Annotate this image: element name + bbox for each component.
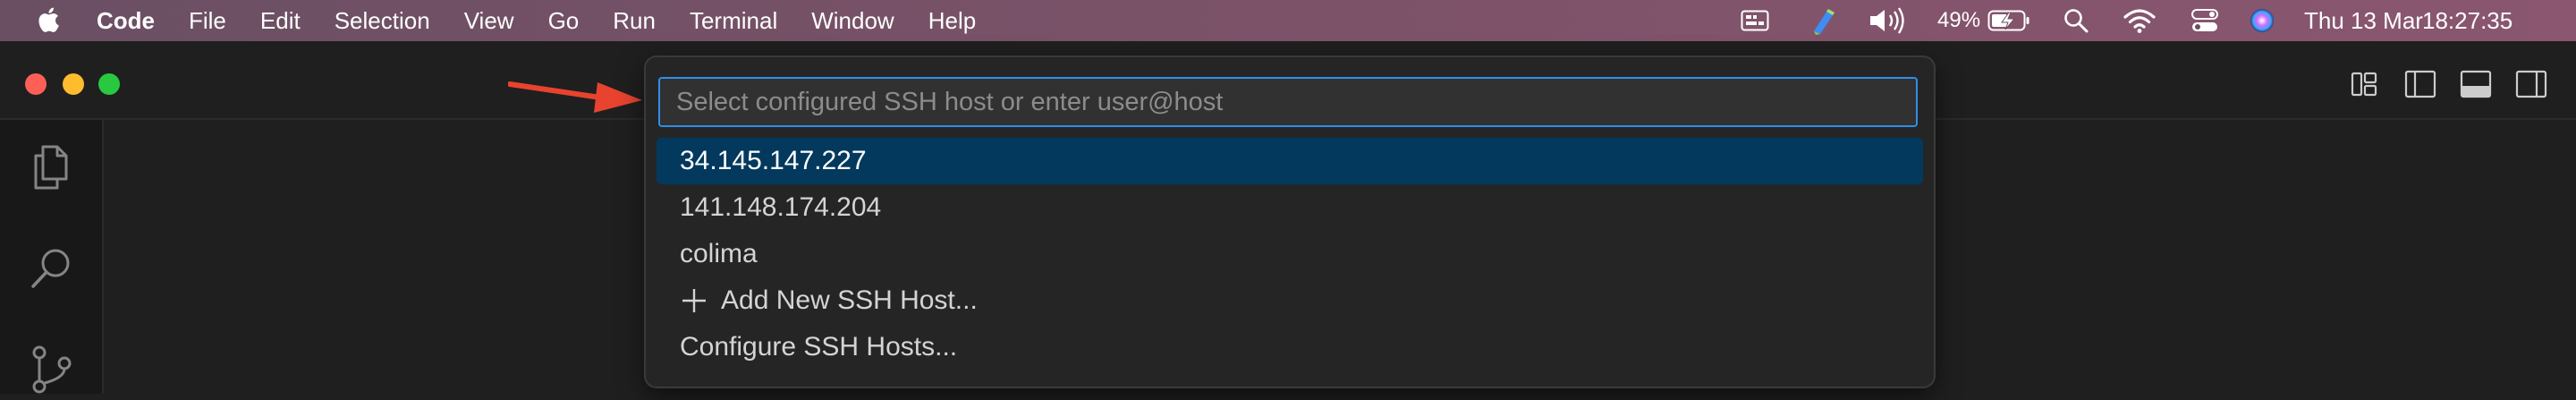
ssh-host-quick-pick: 34.145.147.227 141.148.174.204 colima Ad… (646, 57, 1934, 387)
macos-menu-bar: Code File Edit Selection View Go Run Ter… (0, 0, 2576, 41)
menu-terminal[interactable]: Terminal (690, 7, 777, 35)
explorer-icon[interactable] (25, 140, 79, 193)
toggle-panel-icon[interactable] (2456, 66, 2496, 102)
ssh-host-label: 34.145.147.227 (680, 146, 867, 175)
configure-ssh-hosts-item[interactable]: Configure SSH Hosts... (657, 324, 1923, 370)
add-new-ssh-host-label: Add New SSH Host... (721, 285, 978, 315)
volume-icon[interactable] (1868, 0, 1907, 41)
ssh-host-item[interactable]: 34.145.147.227 (657, 138, 1923, 184)
menu-selection[interactable]: Selection (335, 7, 430, 35)
wifi-icon[interactable] (2123, 0, 2156, 41)
ssh-host-list: 34.145.147.227 141.148.174.204 colima Ad… (657, 138, 1923, 370)
battery-percent: 49% (1937, 8, 1981, 32)
activity-bar (0, 120, 104, 394)
ssh-host-label: colima (680, 239, 758, 268)
zoom-window-button[interactable] (98, 73, 120, 95)
add-new-ssh-host-item[interactable]: Add New SSH Host... (657, 277, 1923, 324)
pen-app-icon[interactable] (1810, 0, 1837, 41)
toggle-secondary-sidebar-icon[interactable] (2512, 66, 2551, 102)
layout-controls (2329, 66, 2551, 102)
source-control-icon[interactable] (25, 342, 79, 396)
ssh-host-item[interactable]: colima (657, 231, 1923, 277)
keyboard-viewer-icon[interactable] (1741, 0, 1769, 41)
configure-ssh-hosts-label: Configure SSH Hosts... (680, 332, 958, 362)
search-icon[interactable] (25, 242, 79, 295)
menu-view[interactable]: View (464, 7, 514, 35)
menu-app-name[interactable]: Code (97, 7, 155, 35)
close-window-button[interactable] (25, 73, 47, 95)
minimize-window-button[interactable] (63, 73, 84, 95)
ssh-host-label: 141.148.174.204 (680, 192, 882, 222)
menu-run[interactable]: Run (613, 7, 656, 35)
ssh-host-item[interactable]: 141.148.174.204 (657, 184, 1923, 231)
annotation-arrow-icon (508, 81, 642, 113)
clock-time[interactable]: 18:27:35 (2422, 0, 2512, 41)
control-center-icon[interactable] (2191, 0, 2218, 41)
toggle-primary-sidebar-icon[interactable] (2401, 66, 2440, 102)
ssh-host-input[interactable] (658, 77, 1918, 127)
menu-window[interactable]: Window (811, 7, 894, 35)
menu-go[interactable]: Go (548, 7, 580, 35)
customize-layout-icon[interactable] (2345, 66, 2385, 102)
menu-edit[interactable]: Edit (260, 7, 301, 35)
plus-icon (682, 289, 706, 312)
apple-logo-icon[interactable] (34, 5, 61, 34)
battery-charging-icon[interactable] (1987, 0, 2030, 41)
clock-date[interactable]: Thu 13 Mar (2304, 0, 2423, 41)
menu-file[interactable]: File (189, 7, 226, 35)
menu-help[interactable]: Help (928, 7, 976, 35)
spotlight-search-icon[interactable] (2063, 0, 2089, 41)
siri-icon[interactable] (2249, 0, 2275, 41)
